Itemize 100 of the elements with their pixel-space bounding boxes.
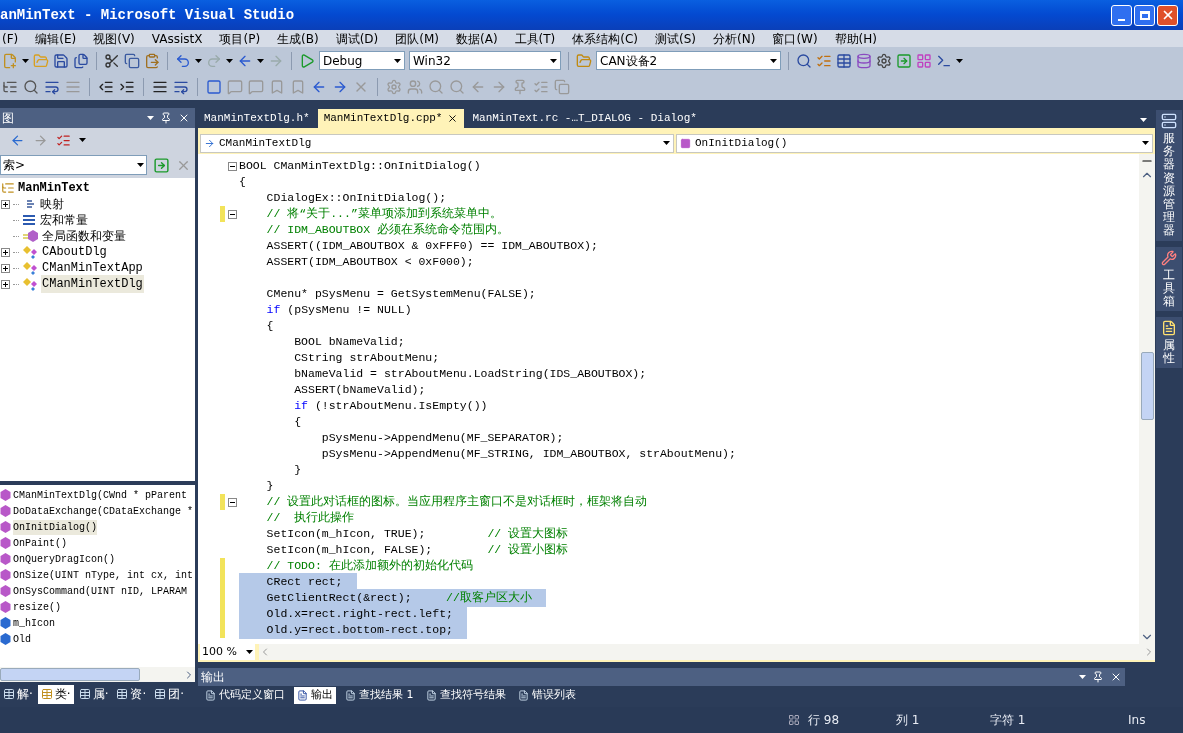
arrow-icon[interactable]	[332, 79, 348, 95]
tree-item[interactable]: 全局函数和变量	[41, 227, 127, 245]
list-item[interactable]: OnSysCommand(UINT nID, LPARAM	[13, 583, 188, 599]
save-icon[interactable]	[53, 52, 69, 69]
search-icon[interactable]	[23, 79, 39, 95]
menu-item[interactable]: 生成(B)	[277, 32, 319, 45]
close-icon[interactable]	[178, 112, 190, 124]
menu-item[interactable]: 分析(N)	[713, 32, 756, 45]
tree-item[interactable]: CManMinTextDlg	[41, 275, 144, 293]
expand-icon[interactable]	[1, 199, 10, 209]
panel-title: 输出	[201, 669, 225, 686]
menu-item[interactable]: 数据(A)	[456, 32, 498, 45]
tree-item[interactable]: ManMinText	[18, 179, 90, 197]
panel-tab[interactable]: 资·	[113, 684, 150, 704]
panel-tab[interactable]: 输出	[294, 686, 336, 704]
folder-icon[interactable]	[576, 52, 592, 69]
undo-icon[interactable]	[175, 52, 191, 69]
table-icon[interactable]	[836, 52, 852, 69]
paste-icon[interactable]	[144, 52, 160, 69]
menu-item[interactable]: 编辑(E)	[35, 32, 77, 45]
list-item[interactable]: OnQueryDragIcon()	[13, 551, 116, 567]
play-icon[interactable]	[299, 52, 315, 69]
panel-tab[interactable]: 错误列表	[514, 686, 579, 704]
list-icon[interactable]	[56, 132, 71, 148]
platform-dropdown[interactable]: Win32	[409, 51, 561, 70]
list-item[interactable]: Old	[13, 631, 31, 647]
dock-tab[interactable]: 工具箱	[1156, 246, 1182, 312]
menu-item[interactable]: 帮助(H)	[834, 32, 877, 45]
panel-tab[interactable]: 类·	[37, 684, 74, 704]
document-tab[interactable]: ManMinText.rc -…T_DIALOG - Dialog*	[466, 109, 703, 128]
menu-item[interactable]: (F)	[2, 32, 19, 45]
panel-tab[interactable]: 查找符号结果	[422, 686, 509, 704]
menu-item[interactable]: 窗口(W)	[772, 32, 818, 45]
lines-icon	[22, 214, 36, 226]
configuration-dropdown[interactable]: Debug	[319, 51, 405, 70]
tree-item[interactable]: CManMinTextApp	[41, 259, 144, 277]
stacked-files-icon[interactable]	[73, 52, 89, 69]
menu-item[interactable]: 视图(V)	[93, 32, 135, 45]
menu-item[interactable]: 调试(D)	[335, 32, 379, 45]
scrollbar-thumb[interactable]	[1140, 352, 1154, 420]
panel-tab[interactable]: 查找结果 1	[342, 686, 417, 704]
expand-icon[interactable]	[1, 263, 10, 273]
horizontal-scrollbar[interactable]	[0, 667, 195, 682]
grid-icon[interactable]	[916, 52, 932, 69]
dock-tab[interactable]: 服务器资源管理器	[1156, 110, 1182, 241]
close-button[interactable]	[1157, 4, 1178, 26]
collapse-icon[interactable]	[227, 161, 237, 171]
pin-icon[interactable]	[1092, 671, 1104, 683]
tree-item[interactable]: 映射	[39, 195, 65, 213]
document-tab[interactable]: ManMinTextDlg.h*	[198, 109, 316, 128]
settings-icon[interactable]	[876, 52, 892, 69]
search-field[interactable]: 索>	[0, 155, 147, 175]
outdent-icon[interactable]	[98, 79, 114, 95]
dock-tab[interactable]: 属性	[1156, 317, 1182, 369]
close-icon[interactable]	[1110, 671, 1122, 683]
cut-icon[interactable]	[104, 52, 120, 69]
rectangle-icon[interactable]	[206, 79, 222, 95]
panel-tab[interactable]: 团·	[151, 684, 188, 704]
list-item[interactable]: OnSize(UINT nType, int cx, int	[13, 567, 194, 583]
list-item[interactable]: m_hIcon	[13, 615, 55, 631]
collapse-icon[interactable]	[227, 209, 237, 219]
copy-icon[interactable]	[124, 52, 140, 69]
wrap-icon[interactable]	[44, 79, 60, 95]
database-icon[interactable]	[856, 52, 872, 69]
panel-tab[interactable]: 解·	[0, 684, 36, 704]
vertical-scrollbar[interactable]	[1139, 154, 1155, 644]
zoom-dropdown[interactable]: 100 %	[200, 644, 255, 660]
panel-tab[interactable]: 代码定义窗口	[202, 686, 288, 704]
menu-item[interactable]: 测试(S)	[655, 32, 697, 45]
indent-icon[interactable]	[119, 79, 135, 95]
menu-item[interactable]: 团队(M)	[395, 32, 439, 45]
minimize-button[interactable]	[1111, 4, 1132, 26]
arrow-icon[interactable]	[311, 79, 327, 95]
menu-item[interactable]: VAssistX	[151, 32, 203, 45]
go-icon[interactable]	[153, 156, 170, 174]
close-icon[interactable]	[447, 113, 459, 124]
pin-icon[interactable]	[160, 112, 172, 124]
tree-item[interactable]: 宏和常量	[39, 211, 89, 229]
list-item[interactable]: DoDataExchange(CDataExchange *	[13, 503, 194, 519]
list-item[interactable]: CManMinTextDlg(CWnd * pParent	[13, 487, 188, 503]
list-item[interactable]: OnInitDialog()	[13, 519, 97, 535]
panel-tab[interactable]: 属·	[75, 684, 112, 704]
forward-icon[interactable]	[33, 132, 48, 148]
search-icon[interactable]	[796, 52, 812, 69]
class-dropdown[interactable]: CManMinTextDlg	[200, 133, 674, 153]
collapse-icon[interactable]	[227, 497, 237, 507]
target-dropdown[interactable]: CAN设备2	[596, 51, 781, 70]
member-dropdown[interactable]: OnInitDialog()	[676, 133, 1153, 153]
maximize-button[interactable]	[1134, 4, 1155, 26]
expand-icon[interactable]	[1, 279, 10, 289]
menu-item[interactable]: 体系结构(C)	[572, 32, 639, 45]
list-item[interactable]: OnPaint()	[13, 535, 67, 551]
expand-icon[interactable]	[1, 247, 10, 257]
tree-item[interactable]: CAboutDlg	[41, 243, 108, 261]
menu-item[interactable]: 工具(T)	[514, 32, 556, 45]
menu-item[interactable]: 项目(P)	[219, 32, 261, 45]
list-item[interactable]: resize()	[13, 599, 61, 615]
document-tab[interactable]: ManMinTextDlg.cpp*	[317, 109, 465, 128]
tree-icon[interactable]	[2, 79, 18, 95]
back-icon[interactable]	[10, 132, 25, 148]
